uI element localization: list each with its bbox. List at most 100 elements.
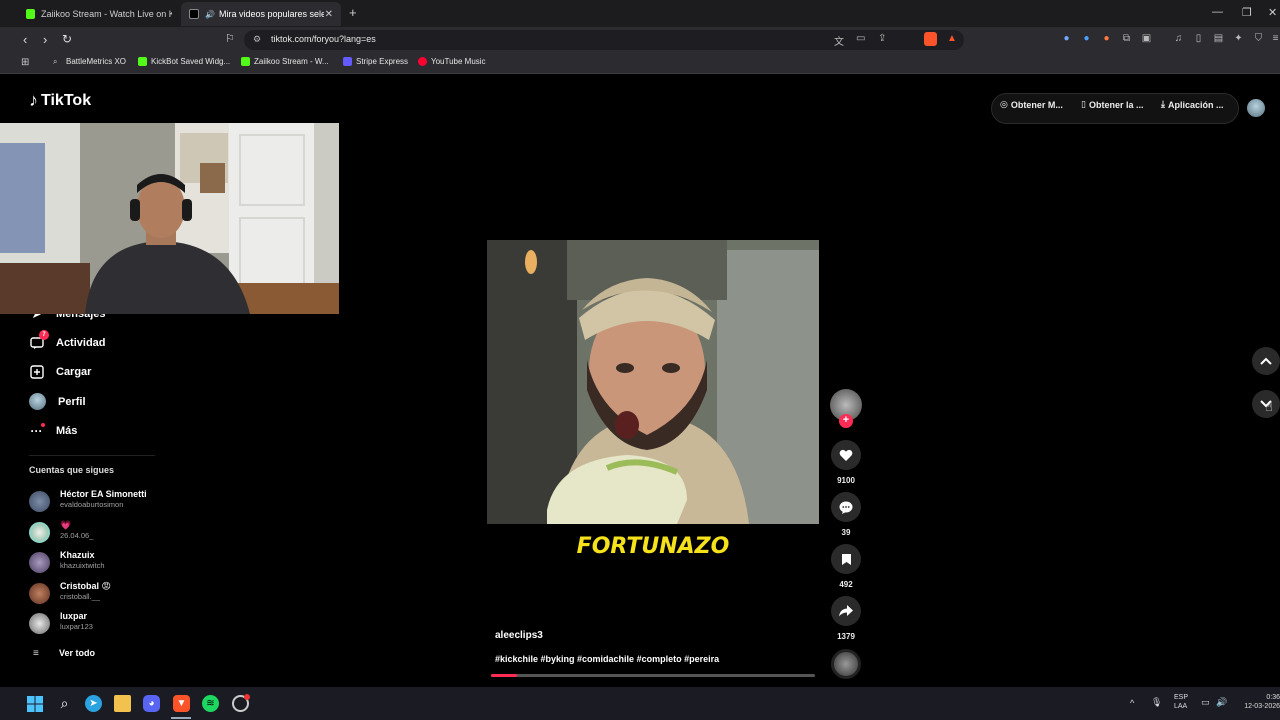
avatar [29, 583, 50, 604]
reload-icon[interactable]: ↻ [62, 32, 72, 46]
desktop-app-button[interactable]: ⤓ Aplicación ... [1161, 99, 1224, 110]
windows-start-icon[interactable] [26, 695, 43, 712]
nav-label: Actividad [56, 336, 106, 349]
music-disc-icon[interactable] [831, 649, 861, 679]
account-name: Héctor EA Simonetti [60, 489, 147, 499]
see-all-link[interactable]: Ver todo [59, 648, 95, 658]
telegram-icon[interactable]: ➤ [85, 695, 102, 712]
search-icon[interactable]: ⌕ [56, 695, 73, 712]
new-tab-button[interactable]: + [349, 5, 357, 20]
bookmark-battlemetrics[interactable]: ⌕ BattleMetrics XO [53, 57, 126, 66]
profile-avatar[interactable] [1247, 99, 1265, 117]
chevron-up-icon[interactable]: ^ [1130, 698, 1134, 708]
bookmark-icon[interactable]: ⚐ [225, 32, 235, 45]
search-icon: ⌕ [53, 57, 58, 66]
discord-icon[interactable]: ◕ [143, 695, 160, 712]
save-button[interactable] [831, 544, 861, 574]
nav-more[interactable]: ··· Más [29, 423, 77, 438]
extension-1-icon[interactable]: ● [1061, 33, 1072, 44]
account-item[interactable]: Héctor EA Simonetti evaldoaburtosimon [29, 489, 169, 513]
bookmark-kickbot[interactable]: KickBot Saved Widg... [138, 57, 230, 66]
previous-video-button[interactable] [1252, 347, 1280, 375]
video-hashtags[interactable]: #kickchile #byking #comidachile #complet… [495, 654, 719, 664]
brave-browser-icon[interactable]: ▼ [173, 695, 190, 712]
avatar [29, 613, 50, 634]
menu-icon[interactable]: ≡ [1270, 33, 1280, 44]
lang-code: ESP [1174, 694, 1189, 701]
nav-label: Perfil [58, 395, 86, 408]
extension-3-icon[interactable]: ● [1101, 33, 1112, 44]
account-item[interactable]: luxpar luxpar123 [29, 611, 169, 635]
tiktok-logo[interactable]: ♪ TikTok [29, 90, 91, 111]
account-username: luxpar123 [60, 622, 93, 631]
follow-plus-icon[interactable]: + [839, 414, 853, 428]
bookmark-label: Zaiikoo Stream - W... [254, 57, 329, 66]
sidebar-icon[interactable]: ▯ [1193, 33, 1204, 44]
video-progress-bar[interactable] [491, 674, 815, 677]
file-explorer-icon[interactable] [114, 695, 131, 712]
media-icon[interactable]: ♫ [1173, 33, 1184, 44]
share-icon[interactable]: ⇪ [878, 33, 886, 44]
bookmark-zaiikoo[interactable]: Zaiikoo Stream - W... [241, 57, 329, 66]
clock[interactable]: 0:36 12-03-2026 [1238, 694, 1280, 710]
get-app-button[interactable]: ▯ Obtener la ... [1081, 99, 1143, 110]
back-icon[interactable]: ‹ [23, 32, 27, 47]
tab-label: Mira videos populares selecci [218, 9, 324, 19]
volume-icon[interactable]: 🔊 [1216, 697, 1227, 708]
avatar-icon [29, 393, 46, 410]
leo-ai-icon[interactable]: ✦ [1233, 33, 1244, 44]
nav-label: Cargar [56, 365, 92, 378]
translate-icon[interactable]: 文 [834, 33, 844, 48]
bookmark-youtube-music[interactable]: YouTube Music [418, 57, 486, 66]
nav-profile[interactable]: Perfil [29, 393, 86, 410]
like-button[interactable] [831, 440, 861, 470]
forward-icon[interactable]: › [43, 32, 47, 47]
site-settings-icon[interactable]: ⚙ [253, 34, 261, 45]
screenshot-icon[interactable]: ▣ [1141, 33, 1152, 44]
account-username: 26.04.06_ [60, 531, 94, 540]
minimize-icon[interactable]: — [1212, 6, 1223, 18]
extensions-icon[interactable]: ⧉ [1121, 33, 1132, 44]
close-tab-icon[interactable]: ✕ [325, 9, 333, 20]
wallet-icon[interactable]: ▤ [1213, 33, 1224, 44]
cast-icon[interactable]: ▭ [856, 33, 865, 44]
account-item[interactable]: Cristobal 😡 cristoball.__ [29, 581, 169, 605]
avatar [29, 491, 50, 512]
brave-shield-icon[interactable] [924, 32, 937, 46]
brave-rewards-icon[interactable]: ▲ [947, 33, 957, 44]
avatar [29, 552, 50, 573]
list-icon: ≡ [33, 648, 39, 659]
network-icon[interactable]: ▭ [1201, 697, 1210, 708]
video-overlay-text: FORTUNAZO [576, 534, 730, 559]
maximize-icon[interactable]: ❐ [1242, 6, 1252, 19]
active-app-indicator [171, 717, 191, 719]
download-icon: ⤓ [1161, 99, 1165, 109]
comment-button[interactable] [831, 492, 861, 522]
apps-grid-icon[interactable]: ⊞ [21, 57, 29, 68]
video-player[interactable] [487, 240, 819, 524]
spotify-icon[interactable]: ≋ [202, 695, 219, 712]
account-username: cristoball.__ [60, 592, 101, 601]
extension-2-icon[interactable]: ● [1081, 33, 1092, 44]
comment-icon [839, 501, 853, 514]
comment-count: 39 [841, 528, 851, 537]
close-window-icon[interactable]: ✕ [1268, 6, 1277, 19]
get-coins-button[interactable]: ◎ Obtener M... [1000, 99, 1063, 110]
bookmark-stripe[interactable]: Stripe Express [343, 57, 408, 66]
heart-icon [839, 449, 853, 461]
vpn-icon[interactable]: ⛉ [1253, 33, 1264, 44]
share-button[interactable] [831, 596, 861, 626]
video-author[interactable]: aleeclips3 [495, 630, 543, 641]
address-bar[interactable]: ⚙ tiktok.com/foryou?lang=es 文 ▭ ⇪ ▲ [244, 30, 964, 50]
account-item[interactable]: Khazuix khazuixtwitch [29, 550, 169, 574]
account-username: khazuixtwitch [60, 561, 105, 570]
account-name: 💗 [60, 520, 72, 530]
nav-activity[interactable]: 7 Actividad [29, 330, 106, 350]
microphone-icon[interactable]: 🎙 [1151, 697, 1162, 708]
tab-tiktok[interactable]: 🔊 Mira videos populares selecci ✕ [181, 2, 341, 26]
account-item[interactable]: 💗 26.04.06_ [29, 520, 169, 544]
tab-kick-stream[interactable]: Zaiikoo Stream - Watch Live on Kick [18, 2, 180, 26]
language-indicator[interactable]: ESP LAA [1174, 694, 1188, 710]
tiktok-note-icon: ♪ [29, 90, 38, 110]
nav-upload[interactable]: Cargar [29, 364, 91, 379]
